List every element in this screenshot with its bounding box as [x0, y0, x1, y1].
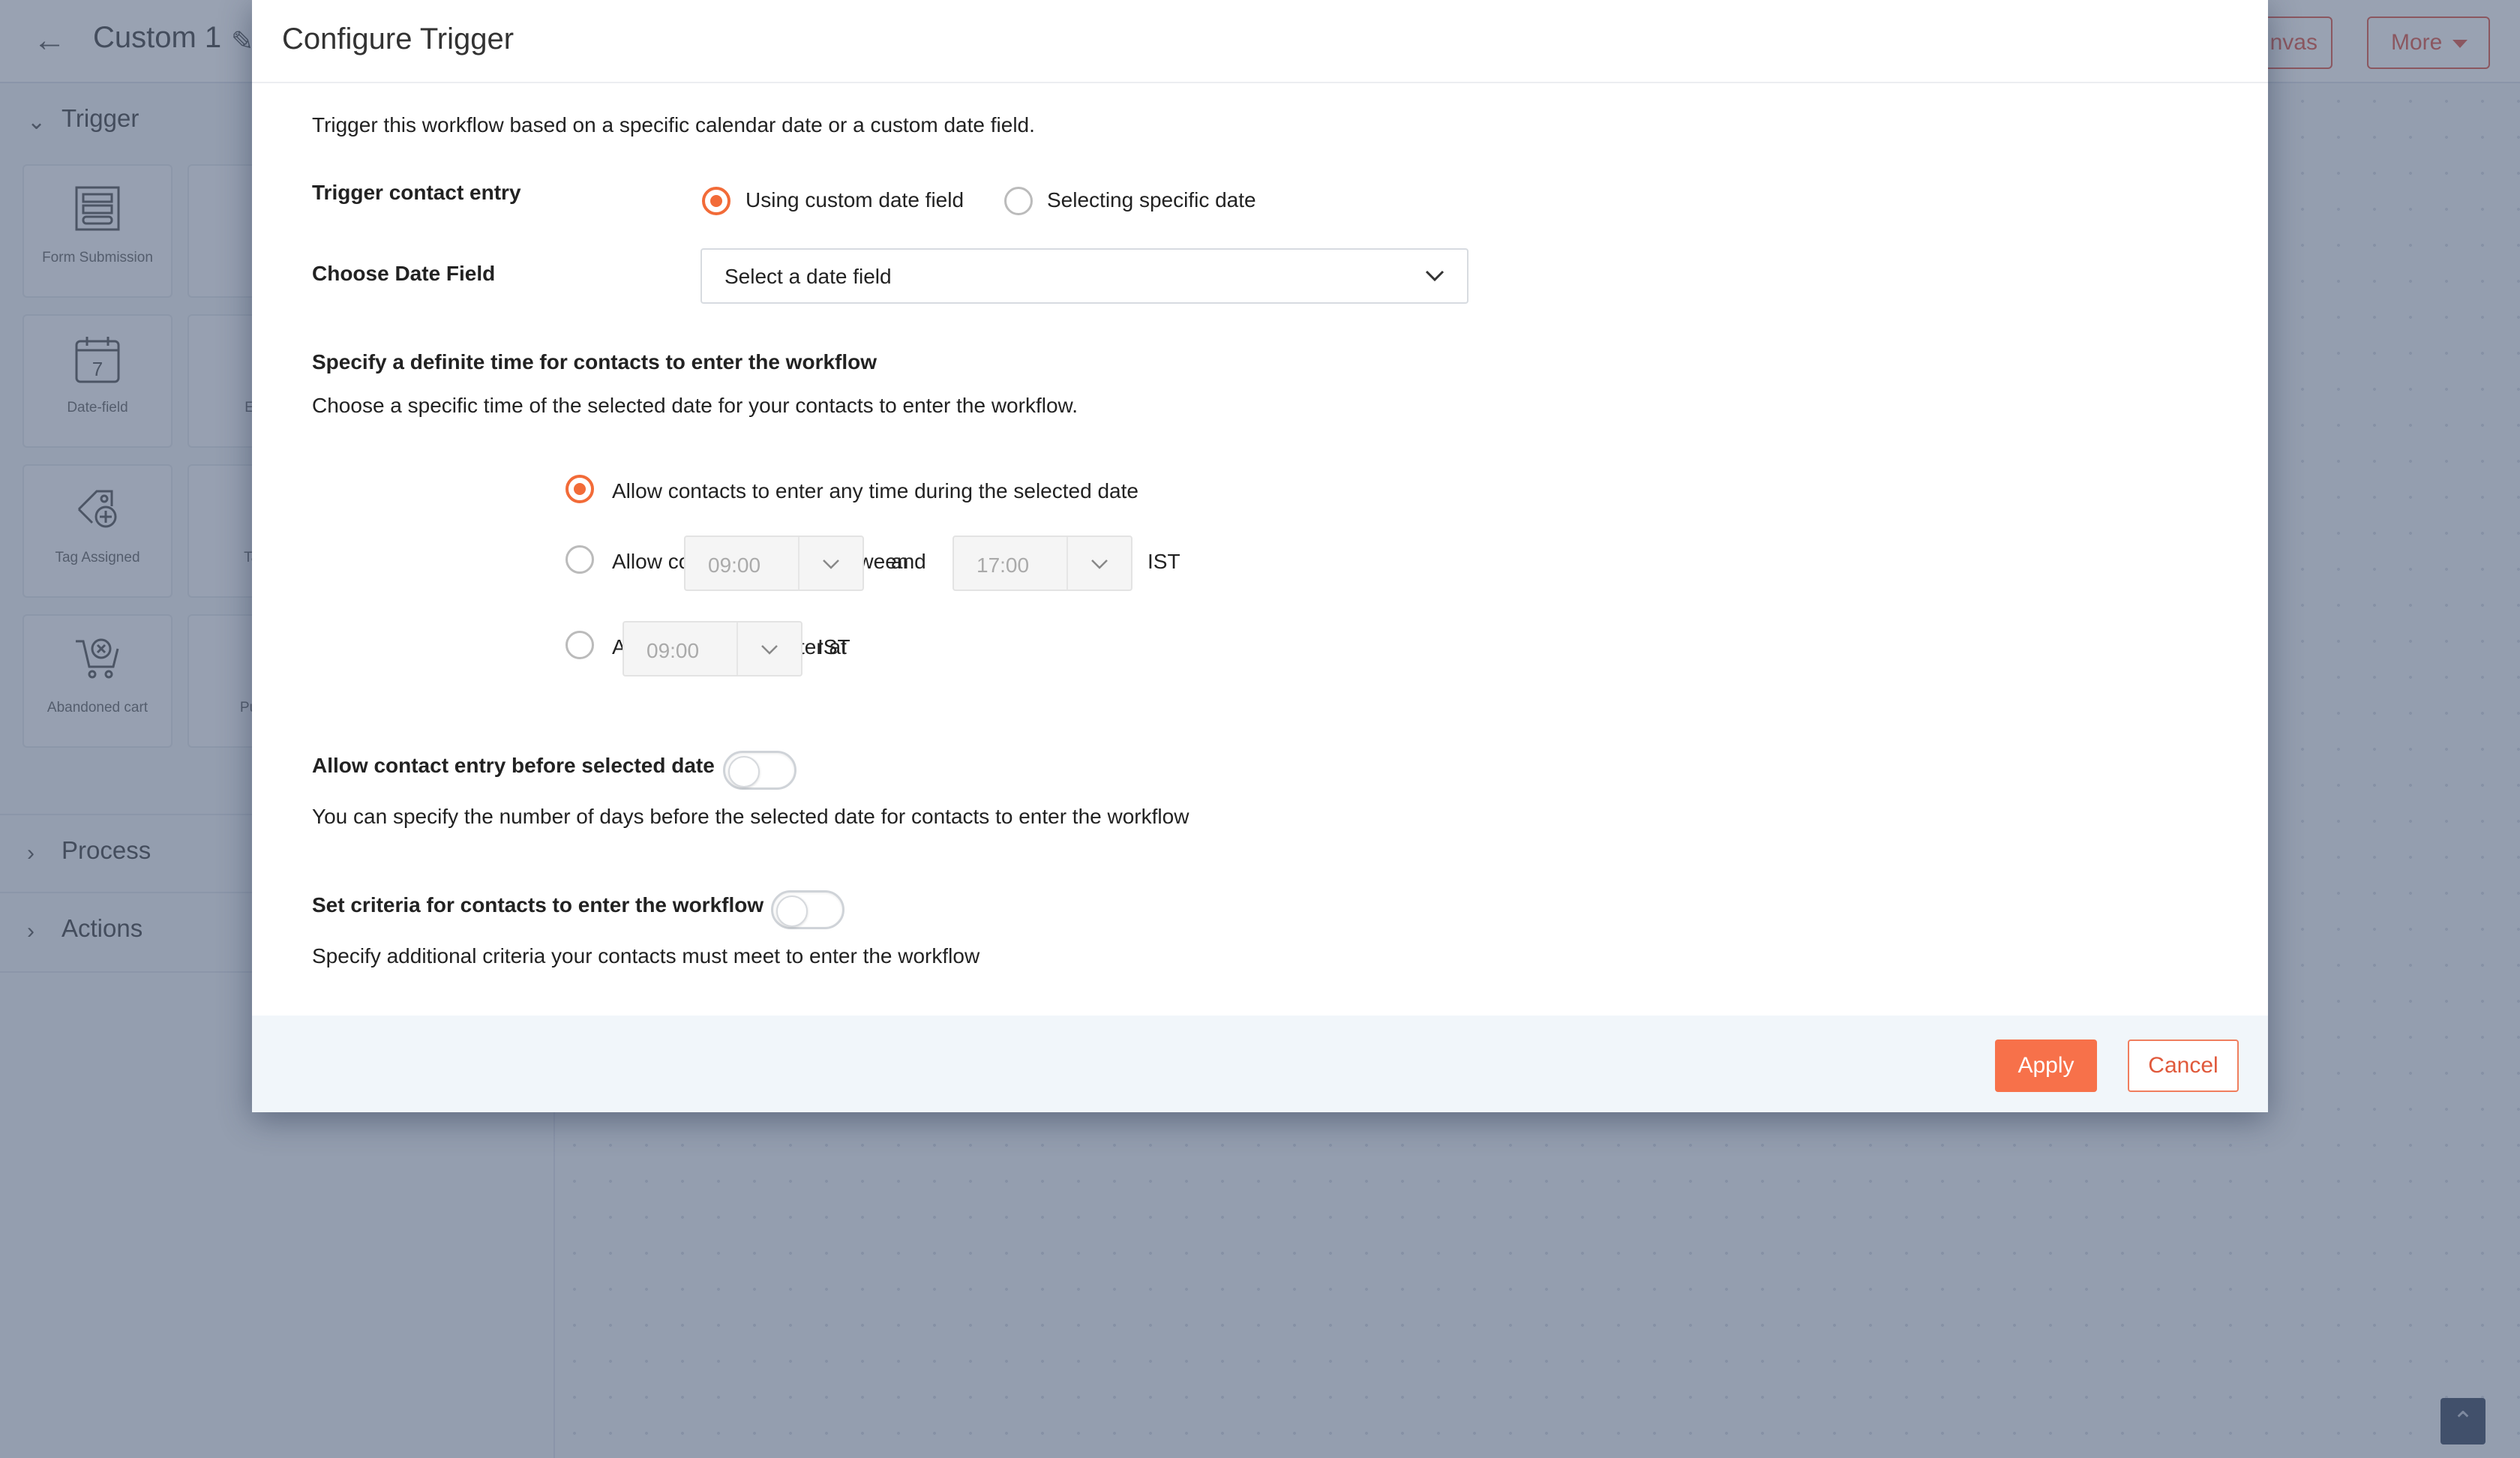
to-time-select[interactable]: 17:00: [952, 536, 1132, 591]
cancel-button[interactable]: Cancel: [2128, 1040, 2239, 1092]
chevron-down-icon: [823, 560, 839, 569]
select-divider: [1066, 537, 1068, 590]
radio-using-custom-date-field[interactable]: [702, 187, 730, 215]
time-section-subheading: Choose a specific time of the selected d…: [312, 394, 1078, 417]
radio-label[interactable]: Using custom date field: [746, 188, 964, 212]
chevron-down-icon: [761, 645, 778, 655]
criteria-toggle[interactable]: [771, 890, 844, 929]
criteria-help: Specify additional criteria your contact…: [312, 944, 980, 968]
radio-enter-at[interactable]: [566, 631, 594, 659]
from-time-value: 09:00: [708, 554, 761, 577]
from-time-select[interactable]: 09:00: [684, 536, 864, 591]
before-date-label: Allow contact entry before selected date: [312, 754, 715, 777]
date-field-select[interactable]: Select a date field: [700, 248, 1468, 304]
chevron-down-icon: [1425, 270, 1444, 282]
radio-label[interactable]: Selecting specific date: [1047, 188, 1256, 212]
timezone-label: IST: [1148, 550, 1180, 573]
modal-title: Configure Trigger: [282, 22, 514, 56]
chevron-down-icon: [1091, 560, 1108, 569]
modal-description: Trigger this workflow based on a specifi…: [312, 113, 1035, 136]
select-divider: [736, 622, 738, 675]
radio-between[interactable]: [566, 545, 594, 574]
radio-label[interactable]: Allow contacts to enter any time during …: [612, 479, 1138, 503]
trigger-entry-label: Trigger contact entry: [312, 181, 521, 204]
apply-button[interactable]: Apply: [1995, 1040, 2097, 1092]
before-date-toggle[interactable]: [723, 751, 796, 790]
at-time-value: 09:00: [646, 639, 700, 662]
date-field-label: Choose Date Field: [312, 262, 496, 285]
at-time-select[interactable]: 09:00: [622, 621, 802, 676]
timezone-label: IST: [818, 635, 850, 658]
select-divider: [798, 537, 800, 590]
modal-footer: Apply Cancel: [252, 1016, 2268, 1112]
configure-trigger-modal: Configure Trigger Trigger this workflow …: [252, 0, 2268, 1112]
radio-any-time[interactable]: [566, 475, 594, 503]
radio-selecting-specific-date[interactable]: [1004, 187, 1033, 215]
to-time-value: 17:00: [976, 554, 1030, 577]
before-date-help: You can specify the number of days befor…: [312, 805, 1190, 828]
time-section-heading: Specify a definite time for contacts to …: [312, 350, 878, 374]
modal-body: Trigger this workflow based on a specifi…: [252, 83, 2268, 1016]
between-joiner: and: [891, 550, 926, 573]
criteria-label: Set criteria for contacts to enter the w…: [312, 893, 764, 916]
date-field-value: Select a date field: [724, 265, 892, 288]
modal-header: Configure Trigger: [252, 0, 2268, 83]
